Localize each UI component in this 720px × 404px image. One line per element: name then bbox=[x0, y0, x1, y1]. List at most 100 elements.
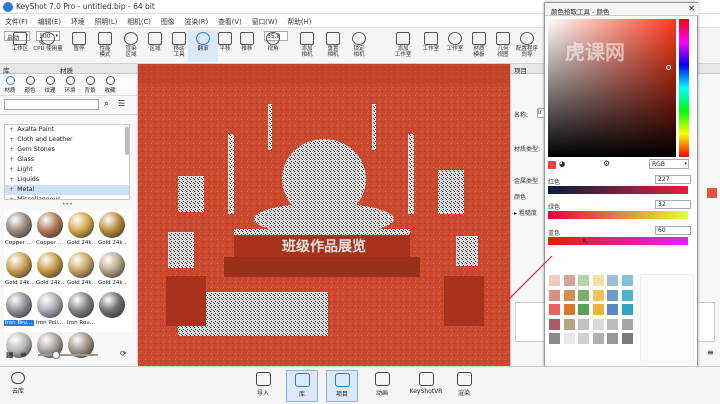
tree-item[interactable]: + Axalta Paint bbox=[5, 125, 129, 135]
close-icon[interactable]: ✕ bbox=[688, 4, 695, 13]
color-swatch[interactable] bbox=[577, 317, 590, 331]
color-swatch[interactable] bbox=[620, 274, 634, 287]
color-swatch[interactable] bbox=[577, 303, 590, 316]
material-thumbnail[interactable]: Copper ... bbox=[4, 210, 34, 250]
material-thumbnail[interactable]: Copper ... bbox=[35, 210, 65, 250]
expand-icon[interactable]: + bbox=[9, 166, 14, 173]
material-thumbnail[interactable]: Gold 24k... bbox=[35, 250, 65, 290]
list-view-icon[interactable]: ☰ bbox=[118, 99, 125, 108]
color-swatch[interactable] bbox=[577, 288, 590, 302]
color-swatch[interactable] bbox=[562, 274, 576, 287]
library-search-input[interactable] bbox=[4, 99, 99, 110]
tab-favorites[interactable]: 收藏 bbox=[102, 75, 118, 94]
red-slider[interactable] bbox=[548, 186, 688, 194]
tab-colors[interactable]: 颜色 bbox=[22, 75, 38, 94]
tree-item[interactable]: + Light bbox=[5, 165, 129, 175]
expand-icon[interactable]: + bbox=[9, 176, 14, 183]
expand-icon[interactable]: + bbox=[9, 156, 14, 163]
material-thumbnail[interactable]: Iron Poli... bbox=[35, 290, 65, 330]
expand-icon[interactable]: + bbox=[9, 196, 14, 199]
expand-icon[interactable]: + bbox=[9, 126, 14, 133]
bottom-button-2[interactable]: 项目 bbox=[326, 370, 358, 402]
color-swatch[interactable] bbox=[562, 303, 576, 316]
tree-item[interactable]: + Gem Stones bbox=[5, 145, 129, 155]
slider-handle[interactable] bbox=[52, 351, 60, 359]
green-value-input[interactable]: 32 bbox=[655, 200, 691, 209]
bottom-button-4[interactable]: KeyShotVR bbox=[406, 370, 446, 402]
color-swatch[interactable] bbox=[606, 332, 619, 345]
material-thumbnail[interactable]: Gold 24k... bbox=[66, 210, 96, 250]
color-wheel-icon[interactable]: ◕ bbox=[559, 160, 565, 168]
tab-textures[interactable]: 纹理 bbox=[42, 75, 58, 94]
bottom-button-1[interactable]: 库 bbox=[286, 370, 318, 402]
toolbar-button-1[interactable]: CPU 使用量 bbox=[33, 30, 63, 62]
green-slider[interactable] bbox=[548, 211, 688, 219]
color-swatch[interactable] bbox=[606, 303, 619, 316]
material-thumbnail[interactable]: Iron Rou... bbox=[66, 290, 96, 330]
cloud-library-button[interactable]: 云库 bbox=[4, 370, 32, 402]
list-small-icon[interactable]: ≡ bbox=[20, 350, 27, 359]
bottom-button-3[interactable]: 动画 bbox=[366, 370, 398, 402]
expand-icon[interactable]: + bbox=[9, 136, 14, 143]
material-thumbnail[interactable]: Gold 24k... bbox=[4, 250, 34, 290]
menu-camera[interactable]: 相机(C) bbox=[122, 14, 156, 26]
tab-materials[interactable]: 材质 bbox=[2, 75, 18, 94]
toolbar-button-0[interactable]: 工作区 bbox=[5, 30, 35, 62]
red-value-input[interactable]: 227 bbox=[655, 175, 691, 184]
color-mode-select[interactable]: RGB ▾ bbox=[649, 159, 689, 169]
color-swatch[interactable] bbox=[548, 317, 561, 331]
color-swatch[interactable] bbox=[591, 303, 605, 316]
search-icon[interactable]: ⌕ bbox=[104, 99, 109, 109]
menu-environment[interactable]: 环境 bbox=[66, 14, 90, 26]
toolbar-button-19[interactable]: 配置程序 向导 bbox=[512, 30, 542, 62]
menu-image[interactable]: 图像 bbox=[156, 14, 180, 26]
list-icon[interactable]: ≡ bbox=[707, 348, 714, 357]
color-swatch[interactable] bbox=[591, 288, 605, 302]
color-swatch[interactable] bbox=[620, 332, 634, 345]
tab-environments[interactable]: 环境 bbox=[62, 75, 78, 94]
bottom-button-0[interactable]: 导入 bbox=[247, 370, 279, 402]
color-swatch[interactable] bbox=[620, 288, 634, 302]
grid-view-icon[interactable]: ▦ bbox=[6, 350, 14, 359]
color-swatch[interactable] bbox=[606, 274, 619, 287]
material-thumbnail[interactable] bbox=[97, 290, 127, 330]
hue-slider[interactable] bbox=[679, 19, 689, 157]
blue-slider[interactable] bbox=[548, 237, 688, 245]
color-swatch[interactable] bbox=[548, 332, 561, 345]
menu-help[interactable]: 帮助(H) bbox=[282, 14, 316, 26]
color-swatch[interactable] bbox=[620, 317, 634, 331]
blue-value-input[interactable]: 60 bbox=[655, 226, 691, 235]
tree-scrollbar[interactable] bbox=[124, 125, 129, 155]
expand-icon[interactable]: + bbox=[9, 186, 14, 193]
splitter-handle[interactable]: ••• bbox=[62, 201, 73, 208]
menu-render[interactable]: 渲染(R) bbox=[180, 14, 214, 26]
bottom-button-5[interactable]: 渲染 bbox=[448, 370, 480, 402]
roughness-label[interactable]: ▸ 粗糙度 bbox=[514, 208, 537, 217]
toolbar-button-14[interactable]: 添加 工作室 bbox=[388, 30, 418, 62]
color-swatch[interactable] bbox=[620, 303, 634, 316]
tree-item[interactable]: + Miscellaneous bbox=[5, 195, 129, 199]
color-swatch[interactable] bbox=[577, 332, 590, 345]
color-swatch[interactable] bbox=[591, 274, 605, 287]
tree-item[interactable]: + Glass bbox=[5, 155, 129, 165]
menu-window[interactable]: 窗口(W) bbox=[247, 14, 283, 26]
color-swatch[interactable] bbox=[606, 317, 619, 331]
expand-icon[interactable]: + bbox=[9, 146, 14, 153]
color-cursor[interactable] bbox=[666, 65, 671, 70]
menu-file[interactable]: 文件(F) bbox=[0, 14, 33, 26]
refresh-icon[interactable]: ⟳ bbox=[120, 349, 127, 358]
scrollbar-thumb[interactable] bbox=[125, 127, 129, 155]
render-viewport[interactable]: 班级作品展览 bbox=[138, 64, 510, 366]
color-swatch[interactable] bbox=[562, 317, 576, 331]
menu-edit[interactable]: 编辑(E) bbox=[33, 14, 66, 26]
toolbar-button-13[interactable]: 锁定 相机 bbox=[344, 30, 374, 62]
color-swatch[interactable] bbox=[591, 332, 605, 345]
gear-icon[interactable]: ⚙ bbox=[603, 159, 610, 168]
tree-item[interactable]: + Cloth and Leather bbox=[5, 135, 129, 145]
color-swatch[interactable] bbox=[562, 332, 576, 345]
tab-backgrounds[interactable]: 背景 bbox=[82, 75, 98, 94]
material-thumbnail[interactable]: Gold 24k... bbox=[97, 250, 127, 290]
tree-item[interactable]: + Metal bbox=[5, 185, 129, 195]
color-swatch[interactable] bbox=[591, 317, 605, 331]
thumbnail-size-slider[interactable] bbox=[38, 354, 98, 356]
